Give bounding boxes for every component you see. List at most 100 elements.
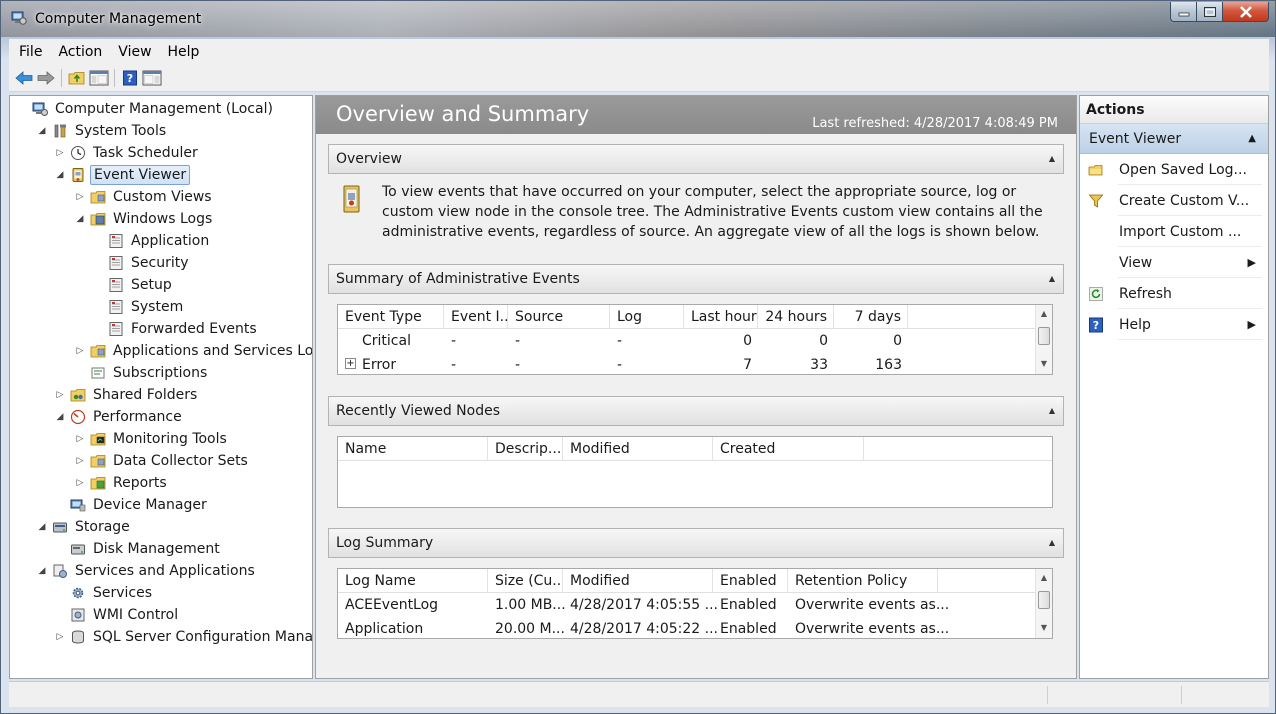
tree-item[interactable]: ▷ Reports [74, 472, 170, 494]
column-header[interactable]: Size (Cu... [488, 569, 563, 593]
tree-item[interactable]: ◢ Services and Applications [36, 560, 258, 582]
close-button[interactable] [1223, 2, 1269, 22]
recent-nodes-grid[interactable]: Name Descrip... Modified Created [337, 436, 1053, 508]
collapse-icon[interactable]: ▲ [1049, 154, 1055, 163]
collapse-arrow-icon[interactable]: ◢ [36, 566, 48, 576]
vertical-scrollbar[interactable]: ▲ ▼ [1035, 569, 1052, 638]
column-header[interactable]: Source [508, 305, 610, 329]
tree-item[interactable]: Services [54, 582, 155, 604]
tree-item[interactable]: ◢ Event Viewer [54, 164, 191, 186]
expand-arrow-icon[interactable]: ▷ [54, 148, 66, 158]
actions-subheader[interactable]: Event Viewer ▲ [1080, 124, 1268, 154]
action-item[interactable]: View ▶ [1080, 247, 1268, 278]
admin-events-section-header[interactable]: Summary of Administrative Events ▲ [328, 264, 1064, 294]
console-tree[interactable]: Computer Management (Local) ◢ System Tools… [9, 95, 313, 679]
column-header[interactable]: Modified [563, 569, 713, 593]
tree-item[interactable]: Security [92, 252, 192, 274]
tree-item[interactable]: ▷ SQL Server Configuration Manager [54, 626, 312, 648]
minimize-button[interactable] [1170, 2, 1197, 22]
table-row[interactable]: ACEEventLog 1.00 MB... 4/28/2017 4:05:55… [338, 593, 1052, 617]
collapse-icon[interactable]: ▲ [1049, 538, 1055, 547]
column-header[interactable]: 24 hours [758, 305, 834, 329]
help-toolbar-button[interactable]: ? [119, 67, 141, 89]
scroll-down-icon[interactable]: ▼ [1036, 355, 1052, 372]
expand-arrow-icon[interactable]: ▷ [74, 192, 86, 202]
tree-item[interactable]: WMI Control [54, 604, 181, 626]
action-item[interactable]: Refresh [1080, 278, 1268, 309]
tree-item[interactable]: Application [92, 230, 212, 252]
action-item[interactable]: Create Custom V... [1080, 185, 1268, 216]
expand-plus-icon[interactable]: + [345, 358, 356, 369]
expand-arrow-icon[interactable]: ▷ [74, 478, 86, 488]
log-summary-grid[interactable]: Log Name Size (Cu... Modified Enabled Re… [337, 568, 1053, 639]
menu-action[interactable]: Action [58, 44, 102, 60]
maximize-button[interactable] [1197, 2, 1223, 22]
collapse-icon[interactable]: ▲ [1248, 133, 1256, 144]
column-header[interactable]: Name [338, 437, 488, 461]
collapse-arrow-icon[interactable]: ◢ [36, 126, 48, 136]
action-item[interactable]: ? Help ▶ [1080, 309, 1268, 340]
title-bar[interactable]: Computer Management [1, 1, 1275, 37]
scroll-down-icon[interactable]: ▼ [1036, 619, 1052, 636]
column-header[interactable]: Retention Policy [788, 569, 938, 593]
column-header[interactable]: Last hour [684, 305, 758, 329]
up-one-level-button[interactable] [66, 67, 88, 89]
expand-arrow-icon[interactable]: ▷ [54, 632, 66, 642]
collapse-arrow-icon[interactable]: ◢ [54, 170, 66, 180]
scroll-up-icon[interactable]: ▲ [1036, 305, 1052, 322]
tree-item[interactable]: Forwarded Events [92, 318, 260, 340]
table-row[interactable]: Critical - - - 0 0 0 [338, 329, 1052, 353]
expand-arrow-icon[interactable]: ▷ [74, 456, 86, 466]
tree-item[interactable]: Setup [92, 274, 175, 296]
column-header[interactable]: Descrip... [488, 437, 563, 461]
column-header[interactable]: Created [713, 437, 864, 461]
tree-item[interactable]: ◢ Performance [54, 406, 185, 428]
back-button[interactable] [13, 67, 35, 89]
tree-item[interactable]: ▷ Task Scheduler [54, 142, 201, 164]
scroll-thumb[interactable] [1038, 327, 1050, 345]
tree-item[interactable]: ▷ Applications and Services Logs [74, 340, 312, 362]
menu-help[interactable]: Help [168, 44, 200, 60]
column-header[interactable]: Enabled [713, 569, 788, 593]
collapse-icon[interactable]: ▲ [1049, 406, 1055, 415]
column-header[interactable]: 7 days [834, 305, 908, 329]
table-row[interactable]: + Error - - - 7 33 163 [338, 353, 1052, 374]
show-hide-console-tree-button[interactable] [88, 67, 110, 89]
action-item[interactable]: Import Custom ... [1080, 216, 1268, 247]
tree-item[interactable]: ▷ Shared Folders [54, 384, 200, 406]
tree-item[interactable]: ▷ Data Collector Sets [74, 450, 251, 472]
menu-file[interactable]: File [19, 44, 42, 60]
column-header[interactable]: Log Name [338, 569, 488, 593]
forward-button[interactable] [35, 67, 57, 89]
show-hide-action-pane-button[interactable] [141, 67, 163, 89]
tree-item[interactable]: Device Manager [54, 494, 210, 516]
collapse-arrow-icon[interactable]: ◢ [54, 412, 66, 422]
table-row[interactable]: Application 20.00 M... 4/28/2017 4:05:22… [338, 617, 1052, 638]
column-header[interactable]: Modified [563, 437, 713, 461]
log-summary-section-header[interactable]: Log Summary ▲ [328, 528, 1064, 558]
menu-view[interactable]: View [118, 44, 151, 60]
expand-arrow-icon[interactable]: ▷ [74, 346, 86, 356]
scroll-up-icon[interactable]: ▲ [1036, 569, 1052, 586]
tree-item[interactable]: Subscriptions [74, 362, 210, 384]
tree-item[interactable]: Computer Management (Local) [16, 98, 276, 120]
tree-item[interactable]: ▷ Custom Views [74, 186, 215, 208]
column-header[interactable]: Event I... [444, 305, 508, 329]
tree-item[interactable]: Disk Management [54, 538, 223, 560]
column-header[interactable]: Event Type [338, 305, 444, 329]
tree-item[interactable]: System [92, 296, 186, 318]
overview-section-header[interactable]: Overview ▲ [328, 144, 1064, 174]
tree-item[interactable]: ◢ System Tools [36, 120, 169, 142]
expand-arrow-icon[interactable]: ▷ [74, 434, 86, 444]
vertical-scrollbar[interactable]: ▲ ▼ [1035, 305, 1052, 374]
collapse-icon[interactable]: ▲ [1049, 274, 1055, 283]
expand-arrow-icon[interactable]: ▷ [54, 390, 66, 400]
collapse-arrow-icon[interactable]: ◢ [74, 214, 86, 224]
tree-item[interactable]: ▷ Monitoring Tools [74, 428, 230, 450]
tree-item[interactable]: ◢ Windows Logs [74, 208, 215, 230]
action-item[interactable]: Open Saved Log... [1080, 154, 1268, 185]
tree-item[interactable]: ◢ Storage [36, 516, 133, 538]
collapse-arrow-icon[interactable]: ◢ [36, 522, 48, 532]
column-header[interactable]: Log [610, 305, 684, 329]
admin-events-grid[interactable]: Event Type Event I... Source Log Last ho… [337, 304, 1053, 375]
